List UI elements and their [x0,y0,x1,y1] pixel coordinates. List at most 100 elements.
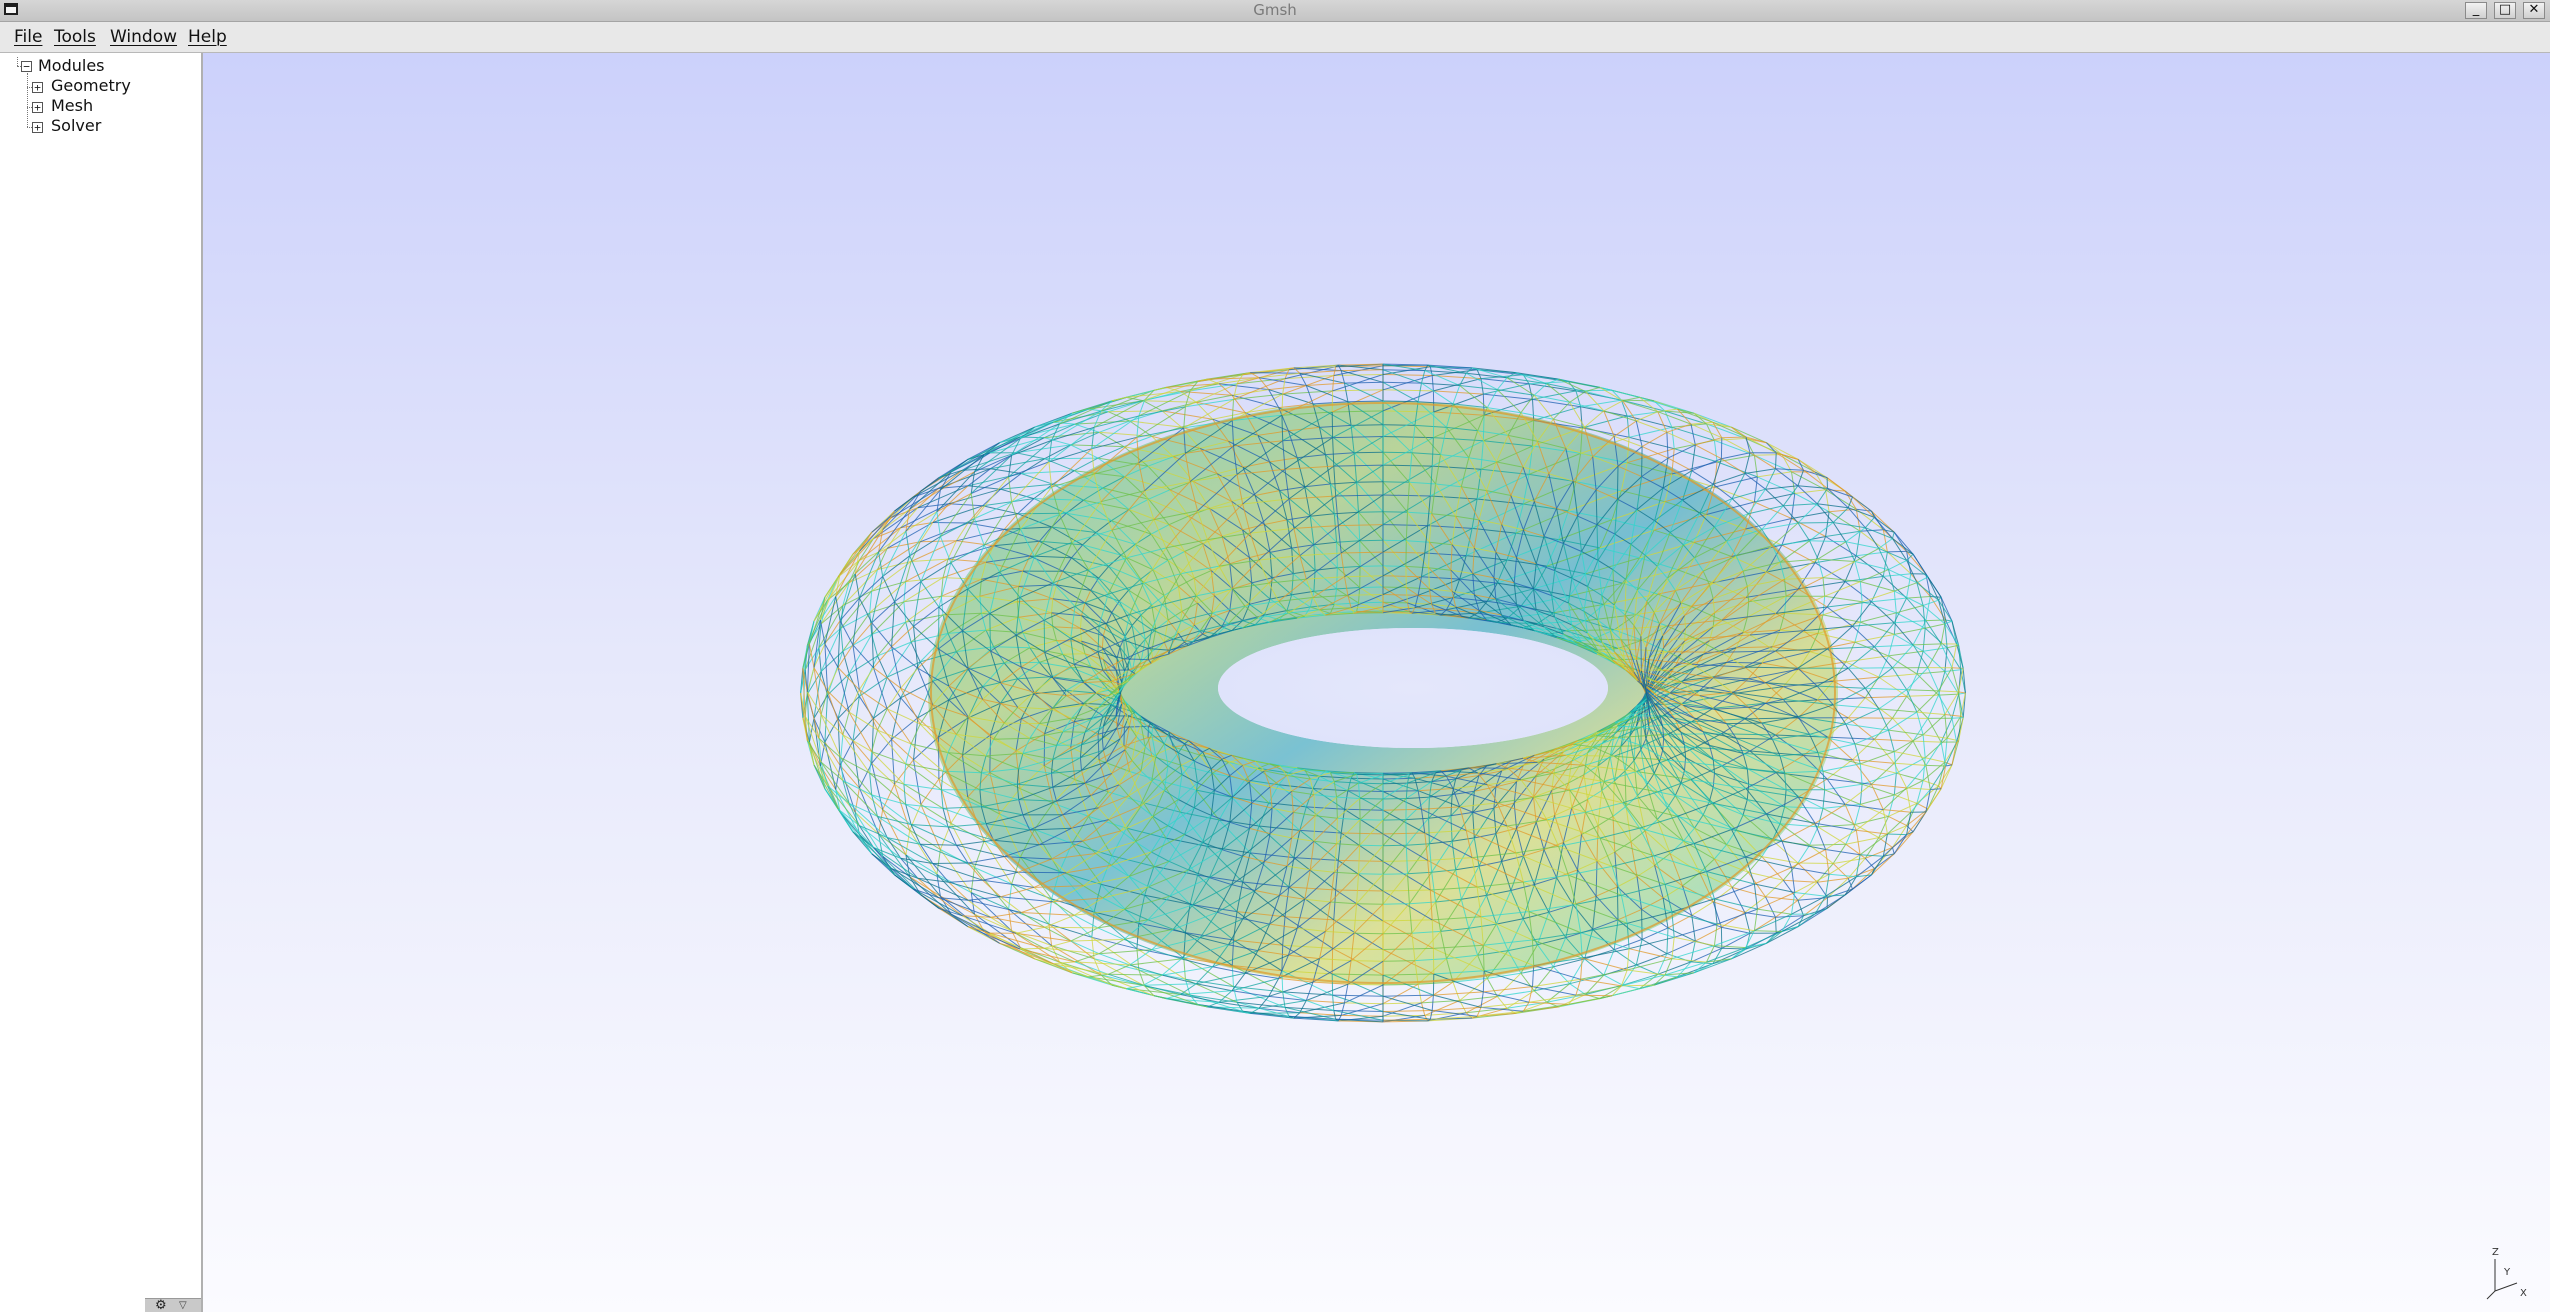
mesh-edge [1791,849,1826,868]
close-button[interactable]: ✕ [2523,2,2545,19]
mesh-edge [1874,738,1914,742]
dropdown-icon[interactable]: ▽ [179,1299,187,1312]
mesh-edge [1765,896,1776,918]
mesh-edge [1613,420,1637,437]
mesh-edge [1008,909,1013,931]
gear-icon[interactable]: ⚙ [155,1299,167,1312]
mesh-edge [1382,606,1415,609]
mesh-edge [1797,881,1818,901]
mesh-edge [1797,844,1811,864]
mesh-edge [1775,899,1799,918]
mesh-edge [1925,741,1942,766]
mesh-edge [808,597,826,645]
mesh-edge [1004,722,1040,725]
maximize-button[interactable]: □ [2494,2,2516,19]
mesh-edge [1483,393,1533,400]
collapse-modules-icon[interactable]: − [21,61,32,72]
mesh-edge [1712,421,1747,438]
mesh-edge [1825,894,1846,897]
mesh-edge [1356,481,1384,483]
mesh-edge [1382,565,1406,567]
mesh-edge [837,667,850,713]
mesh-edge [1062,653,1086,655]
mesh-edge [1860,612,1897,623]
mesh-edge [1452,981,1461,1001]
mesh-edge [1721,436,1747,439]
mesh-edge [1332,995,1335,1011]
mesh-edge [1520,394,1535,414]
expand-mesh-icon[interactable]: + [32,102,43,113]
mesh-edge [920,804,941,850]
minimize-button[interactable]: _ [2465,2,2487,19]
tree-item-modules[interactable]: Modules [38,56,105,76]
mesh-edge [1892,696,1908,719]
mesh-edge [869,773,873,795]
mesh-edge [974,840,985,868]
graphics-viewport[interactable]: Z Y X [203,53,2550,1312]
tree-item-solver[interactable]: Solver [51,116,101,136]
mesh-edge [1515,372,1559,380]
mesh-edge [1074,423,1100,433]
mesh-edge [1108,964,1130,975]
mesh-edge [1833,857,1866,864]
mesh-edge [1015,452,1045,460]
mesh-edge [967,522,1005,530]
menu-window[interactable]: Window [106,22,181,52]
mesh-edge [1845,803,1884,811]
mesh-edge [913,626,919,669]
mesh-edge [1893,831,1914,855]
mesh-edge [1347,983,1384,986]
mesh-edge [1721,926,1751,934]
mesh-edge [1382,983,1419,986]
mesh-edge [894,783,922,805]
mesh-edge [950,796,969,824]
mesh-edge [1015,926,1045,934]
expand-solver-icon[interactable]: + [32,122,43,133]
mesh-edge [1938,693,1959,696]
mesh-edge [871,601,895,624]
tree-item-mesh[interactable]: Mesh [51,96,93,116]
mesh-edge [1666,432,1669,459]
mesh-edge [848,634,873,675]
tree-connector [27,73,28,127]
mesh-edge [1882,809,1888,835]
mesh-edge [878,551,884,577]
mesh-edge [827,667,839,692]
mesh-edge [1913,740,1942,743]
mesh-edge [1162,974,1197,985]
window-title: Gmsh [1253,1,1297,19]
mesh-edge [1382,400,1419,403]
mesh-edge [905,830,911,855]
mesh-edge [1421,370,1426,384]
mesh-edge [1196,972,1246,985]
mesh-edge [950,562,969,590]
mesh-edge [1892,847,1895,854]
mesh-edge [1382,873,1408,875]
menu-file[interactable]: File [10,22,46,52]
mesh-edge [824,643,839,668]
tree-item-geometry[interactable]: Geometry [51,76,131,96]
mesh-edge [854,787,860,813]
menu-help[interactable]: Help [184,22,231,52]
mesh-edge [894,555,911,602]
mesh-edge [1854,804,1861,825]
mesh-edge [1546,378,1559,385]
mesh-edge [1183,406,1186,428]
mesh-edge [1825,829,1857,850]
mesh-edge [1641,938,1668,955]
menu-bar: File Tools Window Help [0,22,2550,53]
mesh-edge [1940,742,1947,767]
mesh-edge [1916,780,1924,804]
mesh-edge [1305,385,1314,405]
expand-geometry-icon[interactable]: + [32,82,43,93]
mesh-edge [1074,953,1100,963]
mesh-edge [1558,378,1600,388]
mesh-edge [1532,986,1576,996]
mesh-edge [1180,983,1197,995]
menu-tools[interactable]: Tools [50,22,100,52]
mesh-edge [1480,991,1484,1008]
title-bar[interactable]: Gmsh _ □ ✕ [0,0,2550,22]
mesh-edge [920,536,941,582]
mesh-edge [1332,994,1384,997]
gmsh-window: Gmsh _ □ ✕ File Tools Window Help − Modu… [0,0,2550,1312]
